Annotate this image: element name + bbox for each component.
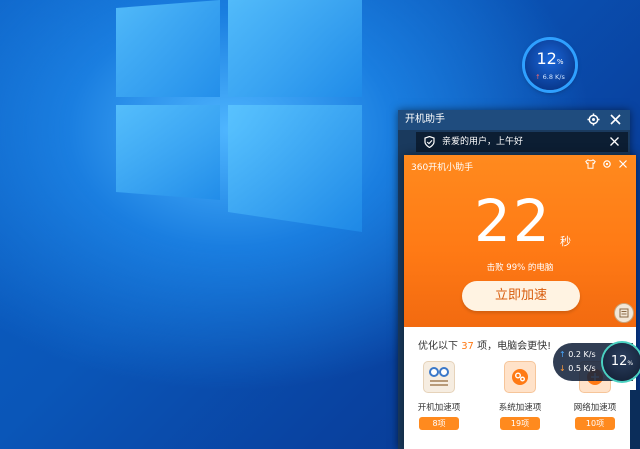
startup-helper-title: 开机助手 [405, 114, 445, 125]
download-speed: ↓ 0.5 K/s [559, 364, 596, 373]
startup-items-icon [423, 361, 455, 393]
window-title: 360开机小助手 [411, 163, 474, 173]
gear-icon[interactable] [602, 159, 612, 169]
category-system[interactable]: 系统加速项 19项 [490, 361, 550, 430]
shield-icon [424, 136, 435, 148]
upload-speed: ↑ 0.2 K/s [559, 350, 596, 359]
taskbar-edge [630, 390, 640, 449]
boost-now-button[interactable]: 立即加速 [462, 281, 580, 311]
close-icon[interactable] [609, 113, 622, 126]
report-icon[interactable] [614, 303, 634, 323]
optimize-summary: 优化以下 37 项，电脑会更快! [418, 341, 552, 352]
close-icon[interactable] [609, 136, 620, 147]
gear-icon[interactable] [587, 113, 600, 126]
category-startup[interactable]: 开机加速项 8项 [409, 361, 469, 430]
network-usage-ball[interactable]: 12% [603, 343, 640, 381]
speed-ball-percent: 12% [536, 49, 564, 68]
greeting-text: 亲爱的用户，上午好 [442, 137, 524, 147]
boot-time-panel: 360开机小助手 22 秒 击败 99% 的电脑 立即加速 [404, 155, 636, 327]
speed-ball-widget[interactable]: 12% ↑ 6.8 K/s [525, 40, 575, 90]
shirt-icon[interactable] [585, 159, 596, 169]
boot-assistant-window: 360开机小助手 22 秒 击败 99% 的电脑 立即加速 优化以下 37 项，… [404, 155, 636, 449]
beat-percentage: 击败 99% 的电脑 [486, 263, 554, 273]
seconds-unit: 秒 [560, 235, 571, 248]
category-count-badge: 19项 [500, 417, 540, 430]
speed-ball-rate: ↑ 6.8 K/s [535, 73, 565, 81]
greeting-bar: 亲爱的用户，上午好 [416, 132, 628, 152]
system-items-icon [504, 361, 536, 393]
close-icon[interactable] [618, 159, 628, 169]
category-count-badge: 8项 [419, 417, 459, 430]
category-count-badge: 10项 [575, 417, 615, 430]
boot-seconds: 22 [474, 187, 552, 255]
startup-helper-titlebar: 开机助手 [398, 110, 630, 130]
windows-logo [116, 0, 362, 232]
